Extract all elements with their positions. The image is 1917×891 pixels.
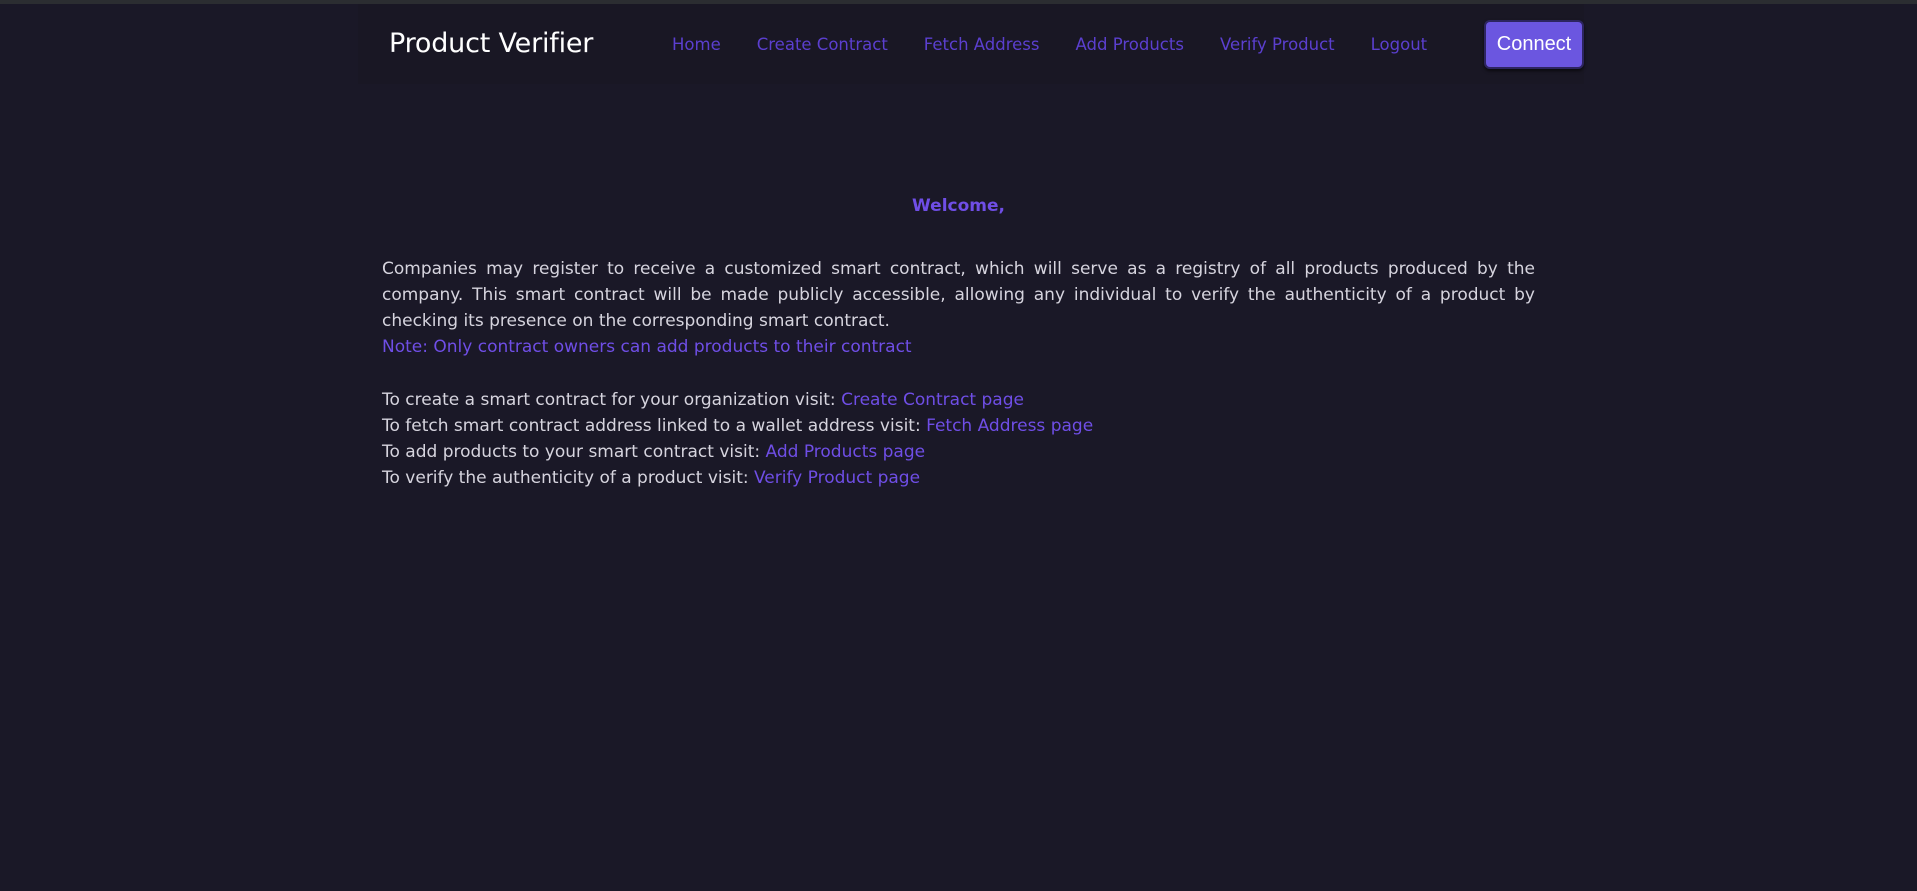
nav-links: Home Create Contract Fetch Address Add P… [672, 35, 1463, 54]
instruction-text: To create a smart contract for your orga… [382, 390, 842, 410]
nav-link-create-contract[interactable]: Create Contract [757, 35, 888, 54]
instruction-text: To verify the authenticity of a product … [382, 468, 754, 488]
navbar: Product Verifier Home Create Contract Fe… [358, 4, 1584, 84]
nav-link-home[interactable]: Home [672, 35, 721, 54]
verify-product-page-link[interactable]: Verify Product page [754, 468, 920, 488]
welcome-heading: Welcome, [912, 196, 1005, 216]
instruction-verify-product: To verify the authenticity of a product … [382, 465, 1535, 491]
instruction-text: To fetch smart contract address linked t… [382, 416, 927, 436]
brand-title: Product Verifier [389, 28, 594, 59]
connect-button[interactable]: Connect [1484, 20, 1584, 69]
instruction-text: To add products to your smart contract v… [382, 442, 766, 462]
instruction-add-products: To add products to your smart contract v… [382, 439, 1535, 465]
instruction-fetch-address: To fetch smart contract address linked t… [382, 413, 1535, 439]
instruction-create-contract: To create a smart contract for your orga… [382, 387, 1535, 413]
owner-note: Note: Only contract owners can add produ… [382, 337, 912, 357]
intro-paragraph: Companies may register to receive a cust… [382, 259, 1535, 331]
nav-link-logout[interactable]: Logout [1371, 35, 1428, 54]
add-products-page-link[interactable]: Add Products page [766, 442, 926, 462]
fetch-address-page-link[interactable]: Fetch Address page [926, 416, 1093, 436]
main-content: Welcome, Companies may register to recei… [382, 190, 1535, 491]
nav-link-fetch-address[interactable]: Fetch Address [924, 35, 1040, 54]
nav-link-verify-product[interactable]: Verify Product [1220, 35, 1335, 54]
create-contract-page-link[interactable]: Create Contract page [841, 390, 1024, 410]
nav-link-add-products[interactable]: Add Products [1076, 35, 1184, 54]
